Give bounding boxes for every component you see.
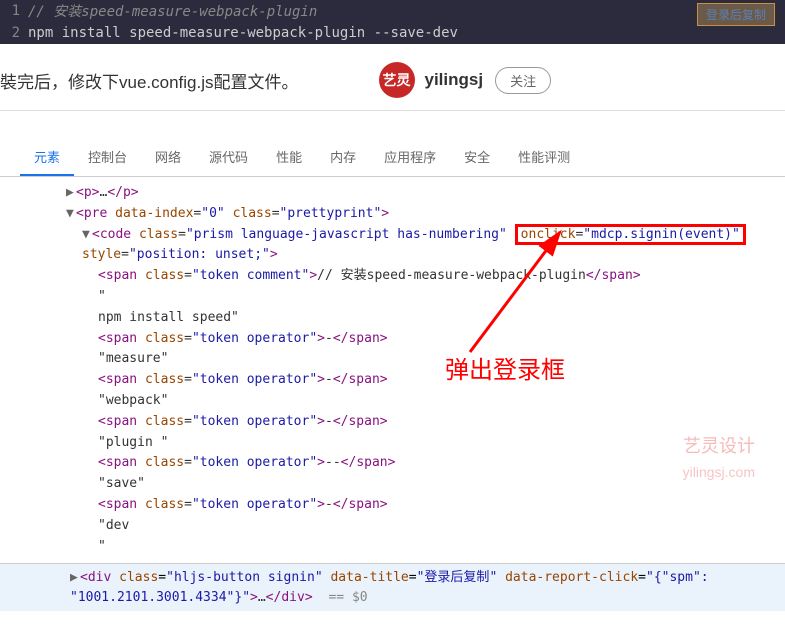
elements-tree[interactable]: ▶<p>…</p> ▼<pre data-index="0" class="pr… (0, 177, 785, 563)
copy-after-login-button[interactable]: 登录后复制 (697, 3, 775, 26)
selected-element-bar[interactable]: ▶<div class="hljs-button signin" data-ti… (0, 563, 785, 611)
dollar-zero: == $0 (321, 590, 368, 605)
element-span-operator[interactable]: <span class="token operator">-</span> (50, 412, 765, 433)
tab-memory[interactable]: 内存 (316, 139, 370, 176)
element-span-comment[interactable]: <span class="token comment">// 安装speed-m… (50, 266, 765, 287)
devtools-tabs: 元素 控制台 网络 源代码 性能 内存 应用程序 安全 性能评测 (0, 139, 785, 177)
article-paragraph: 裝完后，修改下vue.config.js配置文件。 (0, 68, 299, 93)
tab-application[interactable]: 应用程序 (370, 139, 450, 176)
element-code-style[interactable]: style="position: unset;"> (50, 245, 765, 266)
expand-icon[interactable]: ▶ (70, 568, 80, 588)
text-node[interactable]: "plugin " (50, 433, 765, 454)
collapse-icon[interactable]: ▼ (82, 225, 92, 246)
element-pre[interactable]: ▼<pre data-index="0" class="prettyprint"… (50, 204, 765, 225)
code-line-2: 2 npm install speed-measure-webpack-plug… (0, 22, 785, 44)
expand-icon[interactable]: ▶ (66, 183, 76, 204)
devtools-panel: 元素 控制台 网络 源代码 性能 内存 应用程序 安全 性能评测 ▶<p>…</… (0, 139, 785, 611)
element-p[interactable]: ▶<p>…</p> (50, 183, 765, 204)
line-number: 1 (0, 3, 28, 19)
collapse-icon[interactable]: ▼ (66, 204, 76, 225)
annotation-text: 弹出登录框 (445, 352, 565, 390)
element-div-line1[interactable]: ▶<div class="hljs-button signin" data-ti… (70, 568, 765, 588)
highlighted-onclick: onclick="mdcp.signin(event)" (515, 224, 746, 245)
element-code[interactable]: ▼<code class="prism language-javascript … (50, 225, 765, 246)
text-node[interactable]: "webpack" (50, 391, 765, 412)
article-header: 裝完后，修改下vue.config.js配置文件。 艺灵 yilingsj 关注 (0, 44, 785, 111)
code-command: npm install speed-measure-webpack-plugin… (28, 25, 458, 41)
tab-network[interactable]: 网络 (141, 139, 195, 176)
author-info: 艺灵 yilingsj 关注 (379, 62, 552, 98)
line-number: 2 (0, 25, 28, 41)
text-node[interactable]: "save" (50, 474, 765, 495)
text-node[interactable]: " (50, 287, 765, 308)
tab-performance[interactable]: 性能 (262, 139, 316, 176)
avatar[interactable]: 艺灵 (379, 62, 415, 98)
author-name[interactable]: yilingsj (425, 70, 484, 90)
text-node[interactable]: "dev (50, 516, 765, 537)
tab-lighthouse[interactable]: 性能评测 (504, 139, 584, 176)
element-span-operator[interactable]: <span class="token operator">-</span> (50, 370, 765, 391)
code-editor-block: 1 // 安装speed-measure-webpack-plugin 2 np… (0, 0, 785, 44)
text-node[interactable]: " (50, 537, 765, 558)
element-span-operator[interactable]: <span class="token operator">-</span> (50, 495, 765, 516)
tab-elements[interactable]: 元素 (20, 139, 74, 176)
follow-button[interactable]: 关注 (495, 67, 551, 94)
tab-security[interactable]: 安全 (450, 139, 504, 176)
code-comment: // 安装speed-measure-webpack-plugin (28, 1, 317, 21)
element-span-operator[interactable]: <span class="token operator">--</span> (50, 453, 765, 474)
text-node[interactable]: "measure" (50, 349, 765, 370)
element-div-line2[interactable]: "1001.2101.3001.4334"}">…</div> == $0 (70, 588, 765, 608)
text-node[interactable]: npm install speed" (50, 308, 765, 329)
element-span-operator[interactable]: <span class="token operator">-</span> (50, 329, 765, 350)
tab-sources[interactable]: 源代码 (195, 139, 262, 176)
tab-console[interactable]: 控制台 (74, 139, 141, 176)
code-line-1: 1 // 安装speed-measure-webpack-plugin (0, 0, 785, 22)
